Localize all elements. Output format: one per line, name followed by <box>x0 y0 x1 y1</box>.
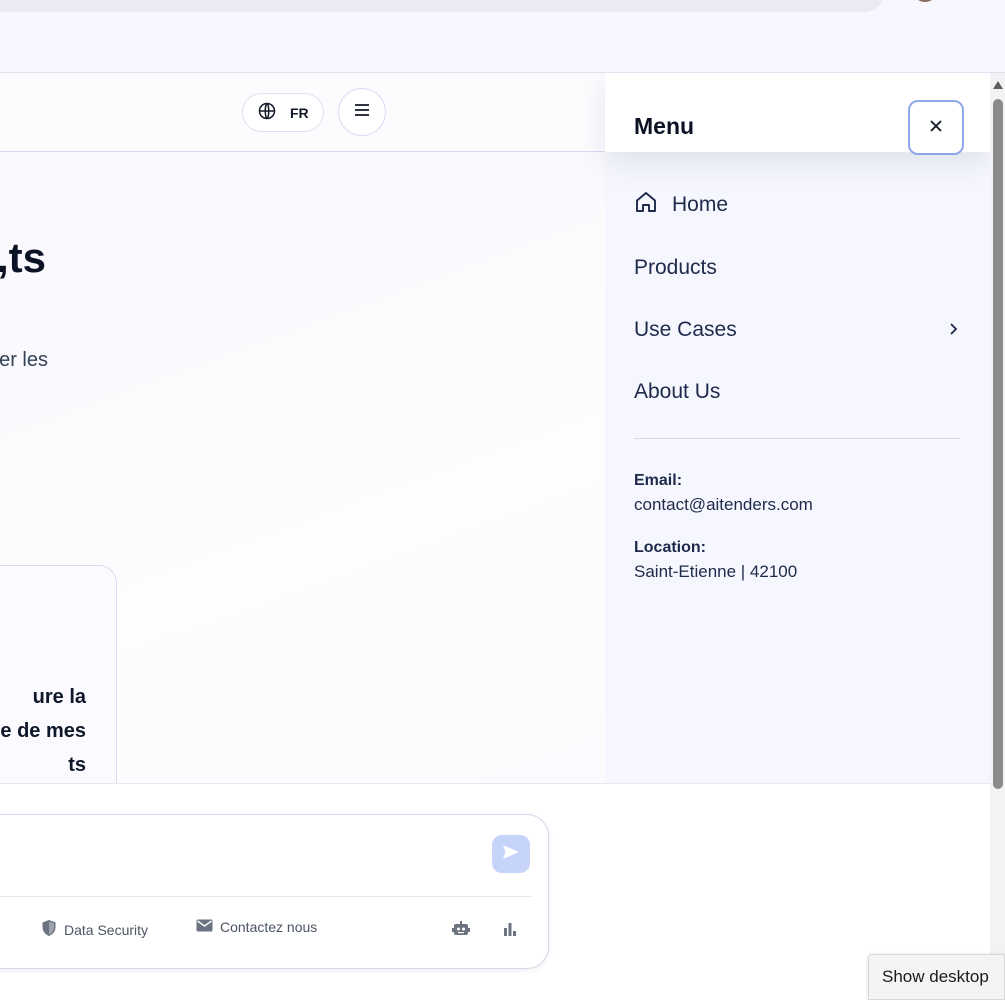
menu-item-home[interactable]: Home <box>634 188 959 222</box>
email-label: Email: <box>634 472 683 489</box>
location-value: Saint-Etienne | 42100 <box>634 562 798 581</box>
location-label: Location: <box>634 539 706 556</box>
menu-item-use-cases[interactable]: Use Cases <box>634 313 959 347</box>
data-security-link[interactable]: Data Security <box>41 919 148 940</box>
menu-item-label: Products <box>634 256 717 279</box>
send-icon <box>502 844 520 865</box>
menu-item-label: Use Cases <box>634 318 737 341</box>
menu-item-label: About Us <box>634 380 721 403</box>
shield-icon <box>41 919 57 940</box>
chat-input-box[interactable]: Data Security Contactez nous <box>0 814 549 969</box>
menu-header: Menu <box>605 73 990 155</box>
show-desktop-tooltip: Show desktop <box>868 954 1005 1000</box>
site-header: FR <box>0 73 605 152</box>
side-menu-panel: Menu Home Products Use Cases About Us Em… <box>605 73 990 783</box>
bar-chart-icon <box>503 922 517 941</box>
browser-chrome <box>0 0 1005 73</box>
menu-title: Menu <box>634 113 695 139</box>
address-bar[interactable] <box>0 0 885 12</box>
hamburger-icon <box>354 103 370 122</box>
scroll-up-arrow-icon[interactable] <box>993 81 1003 89</box>
language-button[interactable]: FR <box>242 93 324 132</box>
chat-area: Data Security Contactez nous <box>0 783 990 1000</box>
language-label: FR <box>290 104 309 121</box>
chat-divider <box>0 896 531 897</box>
stats-button[interactable] <box>500 921 520 941</box>
card-text-line: ure la <box>32 686 86 708</box>
email-value[interactable]: contact@aitenders.com <box>634 495 813 515</box>
bot-button[interactable] <box>451 920 471 942</box>
scrollbar-thumb[interactable] <box>993 99 1003 789</box>
scrollbar[interactable] <box>990 73 1005 1000</box>
chevron-right-icon <box>949 318 959 342</box>
hero-title: ts, <box>0 234 46 281</box>
contact-label: Contactez nous <box>220 919 318 935</box>
page-viewport: FR ts, er les ure la e de mes ts Menu <box>0 73 1005 1000</box>
contact-link[interactable]: Contactez nous <box>196 919 317 935</box>
close-icon <box>930 119 942 137</box>
menu-toggle-button[interactable] <box>338 88 386 136</box>
send-button[interactable] <box>492 835 530 873</box>
profile-avatar[interactable] <box>912 0 938 2</box>
menu-divider <box>634 438 960 439</box>
home-icon <box>634 190 658 220</box>
menu-item-label: Home <box>672 193 729 216</box>
mail-icon <box>196 919 213 935</box>
globe-icon <box>257 101 277 124</box>
card-text-line: e de mes <box>0 720 86 742</box>
robot-icon <box>452 920 470 942</box>
hero-subtitle: er les <box>0 349 48 371</box>
menu-item-about-us[interactable]: About Us <box>634 375 959 409</box>
card-text-line: ts <box>68 754 86 776</box>
close-menu-button[interactable] <box>908 100 964 155</box>
menu-item-products[interactable]: Products <box>634 251 959 285</box>
data-security-label: Data Security <box>64 921 149 938</box>
